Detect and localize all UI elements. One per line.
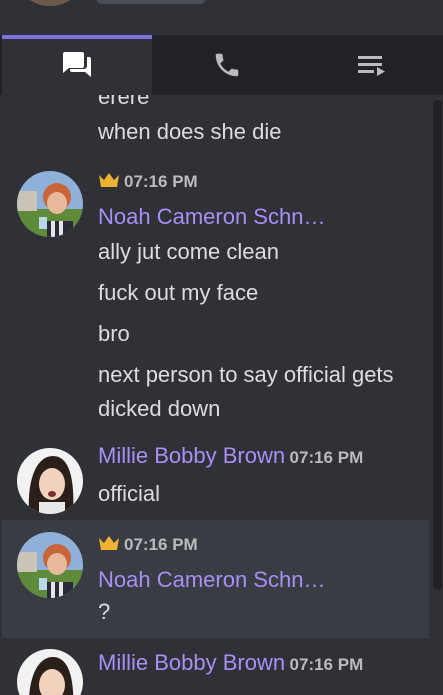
message-text: ally jut come clean: [98, 239, 279, 264]
phone-icon: [215, 53, 239, 77]
message-header: Millie Bobby Brown 07:16 PM: [98, 440, 363, 475]
message-header: 07:16 PM: [98, 534, 198, 560]
previous-message-strip: [0, 0, 443, 35]
message-text: when does she die: [98, 119, 282, 144]
message-text: next person to say official gets dicked …: [98, 362, 394, 421]
message-author[interactable]: Noah Cameron Schn…: [98, 566, 325, 594]
avatar[interactable]: [17, 532, 83, 598]
message-header: Millie Bobby Brown 07:16 PM: [98, 647, 363, 682]
message-text: bro: [98, 321, 130, 346]
message-text: erere: [98, 95, 150, 109]
message-timestamp: 07:16 PM: [289, 448, 364, 467]
message-text: fuck out my face: [98, 280, 259, 305]
message-author[interactable]: Noah Cameron Schn…: [98, 203, 325, 231]
scrollbar[interactable]: [433, 100, 442, 590]
message-header: 07:16 PM: [98, 171, 198, 197]
message-group[interactable]: 07:16 PM Noah Cameron Schn… ally jut com…: [2, 165, 429, 430]
tab-queue[interactable]: [302, 35, 443, 95]
avatar: [20, 0, 80, 6]
active-tab-indicator: [2, 35, 152, 39]
tab-chat[interactable]: [2, 35, 152, 95]
chat-message-list[interactable]: erere when does she die 07:16 PM Noah Ca…: [2, 95, 429, 695]
message-text: official: [98, 481, 160, 506]
tab-bar: [0, 35, 443, 95]
crown-icon: [98, 171, 120, 194]
message-author[interactable]: Millie Bobby Brown: [98, 650, 285, 675]
queue-icon: [357, 56, 385, 76]
previous-message-text: [96, 0, 206, 4]
crown-icon: [98, 534, 120, 557]
message-group-hovered[interactable]: 07:16 PM Noah Cameron Schn… ?: [2, 520, 429, 638]
chat-icon: [63, 52, 91, 77]
message-timestamp: 07:16 PM: [124, 172, 198, 191]
avatar[interactable]: [17, 171, 83, 237]
message-text: ?: [98, 599, 111, 624]
message-group[interactable]: Millie Bobby Brown 07:16 PM official: [2, 443, 429, 517]
message-group[interactable]: Millie Bobby Brown 07:16 PM: [2, 645, 429, 695]
tab-call[interactable]: [152, 35, 302, 95]
avatar[interactable]: [17, 649, 83, 695]
message-author[interactable]: Millie Bobby Brown: [98, 443, 285, 468]
message-timestamp: 07:16 PM: [289, 655, 364, 674]
avatar[interactable]: [17, 448, 83, 514]
message-timestamp: 07:16 PM: [124, 535, 198, 554]
